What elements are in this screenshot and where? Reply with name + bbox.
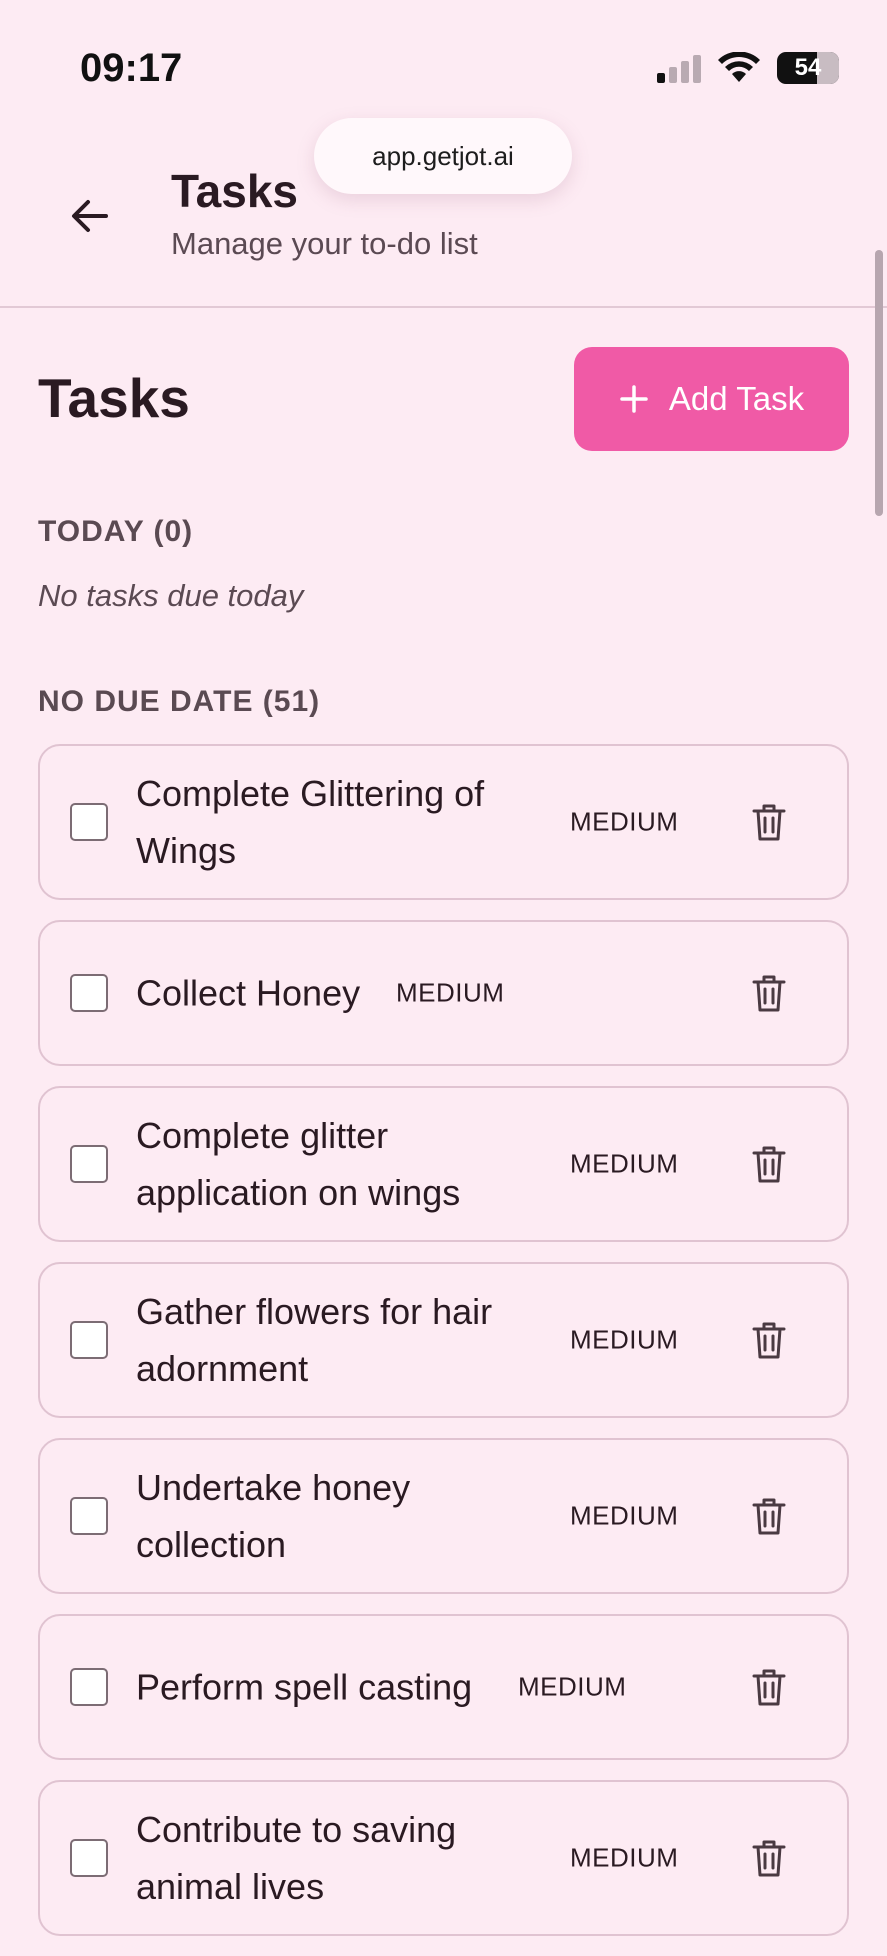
task-item: Gather flowers for hair adornment MEDIUM [38,1262,849,1418]
task-checkbox[interactable] [70,1497,108,1535]
priority-badge: MEDIUM [518,1671,627,1702]
task-item: Complete glitter application on wings ME… [38,1086,849,1242]
page-title: Tasks [38,367,190,429]
task-checkbox[interactable] [70,803,108,841]
scrollbar[interactable] [875,250,883,516]
header-title: Tasks [171,165,299,217]
priority-badge: MEDIUM [570,1842,679,1873]
app-header: Tasks Manage your to-do list [0,120,887,308]
trash-icon[interactable] [751,1144,787,1184]
trash-icon[interactable] [751,973,787,1013]
trash-icon[interactable] [751,802,787,842]
trash-icon[interactable] [751,1496,787,1536]
task-title: Collect Honey [136,972,361,1014]
add-task-button[interactable]: Add Task [574,347,849,451]
battery-level: 54 [794,54,822,81]
header-subtitle: Manage your to-do list [171,226,478,261]
task-checkbox[interactable] [70,1839,108,1877]
today-empty-message: No tasks due today [38,578,304,613]
task-checkbox[interactable] [70,1321,108,1359]
task-title: Complete glitter application on wings [136,1115,461,1213]
task-item: Undertake honey collection MEDIUM [38,1438,849,1594]
task-title: Undertake honey collection [136,1467,411,1565]
add-task-label: Add Task [668,380,805,417]
trash-icon[interactable] [751,1667,787,1707]
task-item: Perform spell casting MEDIUM [38,1614,849,1760]
task-item: Complete Glittering of Wings MEDIUM [38,744,849,900]
trash-icon[interactable] [751,1838,787,1878]
task-title: Gather flowers for hair adornment [136,1291,493,1389]
priority-badge: MEDIUM [570,1148,679,1179]
task-title: Contribute to saving animal lives [136,1809,457,1907]
task-title: Complete Glittering of Wings [136,773,485,871]
task-item: Collect Honey MEDIUM [38,920,849,1066]
status-time: 09:17 [80,46,183,90]
priority-badge: MEDIUM [396,977,505,1008]
back-button[interactable] [60,186,120,246]
task-checkbox[interactable] [70,1668,108,1706]
task-checkbox[interactable] [70,1145,108,1183]
status-bar: 09:17 54 [0,0,887,120]
priority-badge: MEDIUM [570,806,679,837]
task-list: Complete Glittering of Wings MEDIUM Coll… [38,744,849,1956]
battery-icon: 54 [777,52,839,84]
task-checkbox[interactable] [70,974,108,1012]
arrow-left-icon [72,200,108,232]
task-item: Contribute to saving animal lives MEDIUM [38,1780,849,1936]
wifi-icon [718,52,760,82]
section-no-due-date: NO DUE DATE (51) [38,685,321,718]
task-title: Perform spell casting [136,1666,473,1708]
priority-badge: MEDIUM [570,1500,679,1531]
section-today: TODAY (0) [38,515,194,548]
trash-icon[interactable] [751,1320,787,1360]
status-icons: 54 [657,52,839,84]
priority-badge: MEDIUM [570,1324,679,1355]
plus-icon [620,385,648,413]
cellular-signal-icon [657,53,701,83]
